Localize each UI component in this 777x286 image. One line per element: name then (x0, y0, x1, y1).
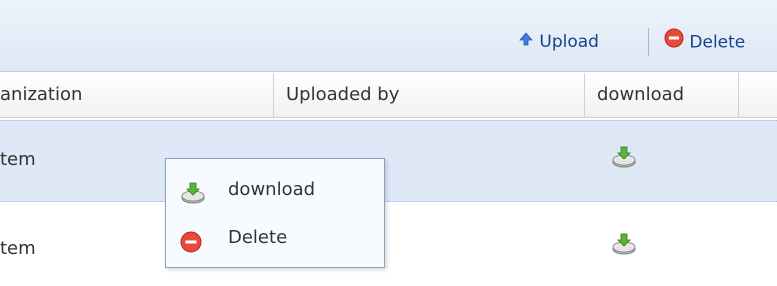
download-icon[interactable] (611, 232, 637, 260)
organization-cell: tem (0, 238, 36, 259)
toolbar-separator (648, 28, 649, 56)
upload-label: Upload (539, 32, 599, 52)
table-row[interactable]: tem (0, 204, 777, 286)
column-header-organization[interactable]: anization (0, 73, 274, 117)
context-menu-item-label: Delete (228, 227, 288, 248)
delete-button[interactable]: Delete (664, 28, 745, 56)
download-icon[interactable] (611, 145, 637, 173)
up-arrow-icon (518, 28, 534, 56)
delete-label: Delete (689, 32, 746, 53)
context-menu-item-delete[interactable]: Delete (166, 217, 384, 259)
minus-circle-icon (180, 227, 202, 269)
upload-button[interactable]: Upload (518, 28, 599, 56)
column-header-uploaded-by[interactable]: Uploaded by (274, 73, 585, 117)
organization-cell: tem (0, 149, 36, 170)
column-header-extra[interactable] (739, 73, 777, 117)
context-menu-item-download[interactable]: download (166, 169, 384, 211)
grid-header: anization Uploaded by download (0, 73, 777, 118)
table-row[interactable]: tem (0, 120, 777, 202)
context-menu-item-label: download (228, 179, 316, 200)
context-menu: download Delete (165, 158, 385, 268)
toolbar: Upload Delete (0, 0, 777, 72)
download-icon (180, 179, 206, 221)
column-header-download[interactable]: download (585, 73, 739, 117)
minus-circle-icon (664, 28, 684, 57)
